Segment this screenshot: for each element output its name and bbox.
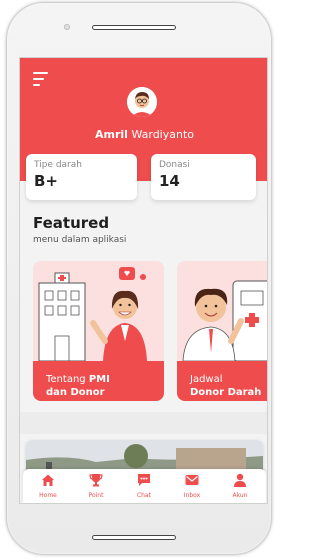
donor-schedule-illustration — [177, 261, 267, 361]
card-title-line1: Jadwal — [190, 374, 223, 385]
trophy-icon — [89, 474, 103, 487]
nav-label: Home — [39, 492, 57, 499]
nav-chat[interactable]: Chat — [120, 469, 168, 503]
user-icon — [234, 473, 246, 487]
card-title-line2: dan Donor — [46, 387, 105, 398]
card-title-bold: PMI — [88, 374, 110, 385]
featured-card-about-pmi[interactable]: Tentang PMI dan Donor — [33, 261, 164, 401]
blood-type-value: B+ — [34, 172, 59, 190]
device-mockup: Amril Wardiyanto Tipe darah B+ Donasi 14… — [0, 0, 277, 558]
chat-icon — [138, 474, 150, 486]
front-camera — [64, 24, 70, 30]
home-indicator — [92, 535, 176, 540]
user-name: Amril Wardiyanto — [20, 128, 267, 141]
app-screen: Amril Wardiyanto Tipe darah B+ Donasi 14… — [19, 57, 268, 504]
nav-label: Chat — [136, 492, 152, 499]
featured-card-donor-schedule[interactable]: Jadwal Donor Darah — [177, 261, 267, 401]
user-last-name: Wardiyanto — [131, 128, 194, 141]
nav-home[interactable]: Home — [24, 469, 72, 503]
nav-inbox[interactable]: Inbox — [168, 469, 216, 503]
home-icon — [42, 474, 54, 486]
donation-count-value: 14 — [159, 172, 180, 190]
nav-label: Inbox — [183, 492, 201, 499]
bottom-navigation: Home Point Chat Inbox Akun — [23, 469, 266, 503]
nav-account[interactable]: Akun — [216, 469, 264, 503]
mail-icon — [185, 475, 199, 485]
donation-count-card[interactable]: Donasi 14 — [151, 154, 256, 200]
card-title-prefix: Tentang — [46, 374, 86, 385]
nav-label: Point — [88, 492, 104, 499]
blood-type-card[interactable]: Tipe darah B+ — [26, 154, 137, 200]
section-separator — [20, 412, 267, 434]
featured-title: Featured — [33, 214, 110, 232]
avatar[interactable] — [127, 87, 157, 117]
earpiece-speaker — [92, 25, 176, 30]
donation-count-label: Donasi — [159, 160, 190, 170]
nav-label: Akun — [232, 492, 248, 499]
card-title-line1: Tentang PMI — [46, 374, 110, 385]
nav-point[interactable]: Point — [72, 469, 120, 503]
blood-type-label: Tipe darah — [34, 160, 82, 170]
card-title-line2: Donor Darah — [190, 387, 262, 398]
pmi-illustration — [33, 261, 164, 361]
user-first-name: Amril — [95, 128, 128, 141]
hamburger-menu-icon[interactable] — [33, 72, 48, 86]
featured-subtitle: menu dalam aplikasi — [33, 235, 127, 245]
